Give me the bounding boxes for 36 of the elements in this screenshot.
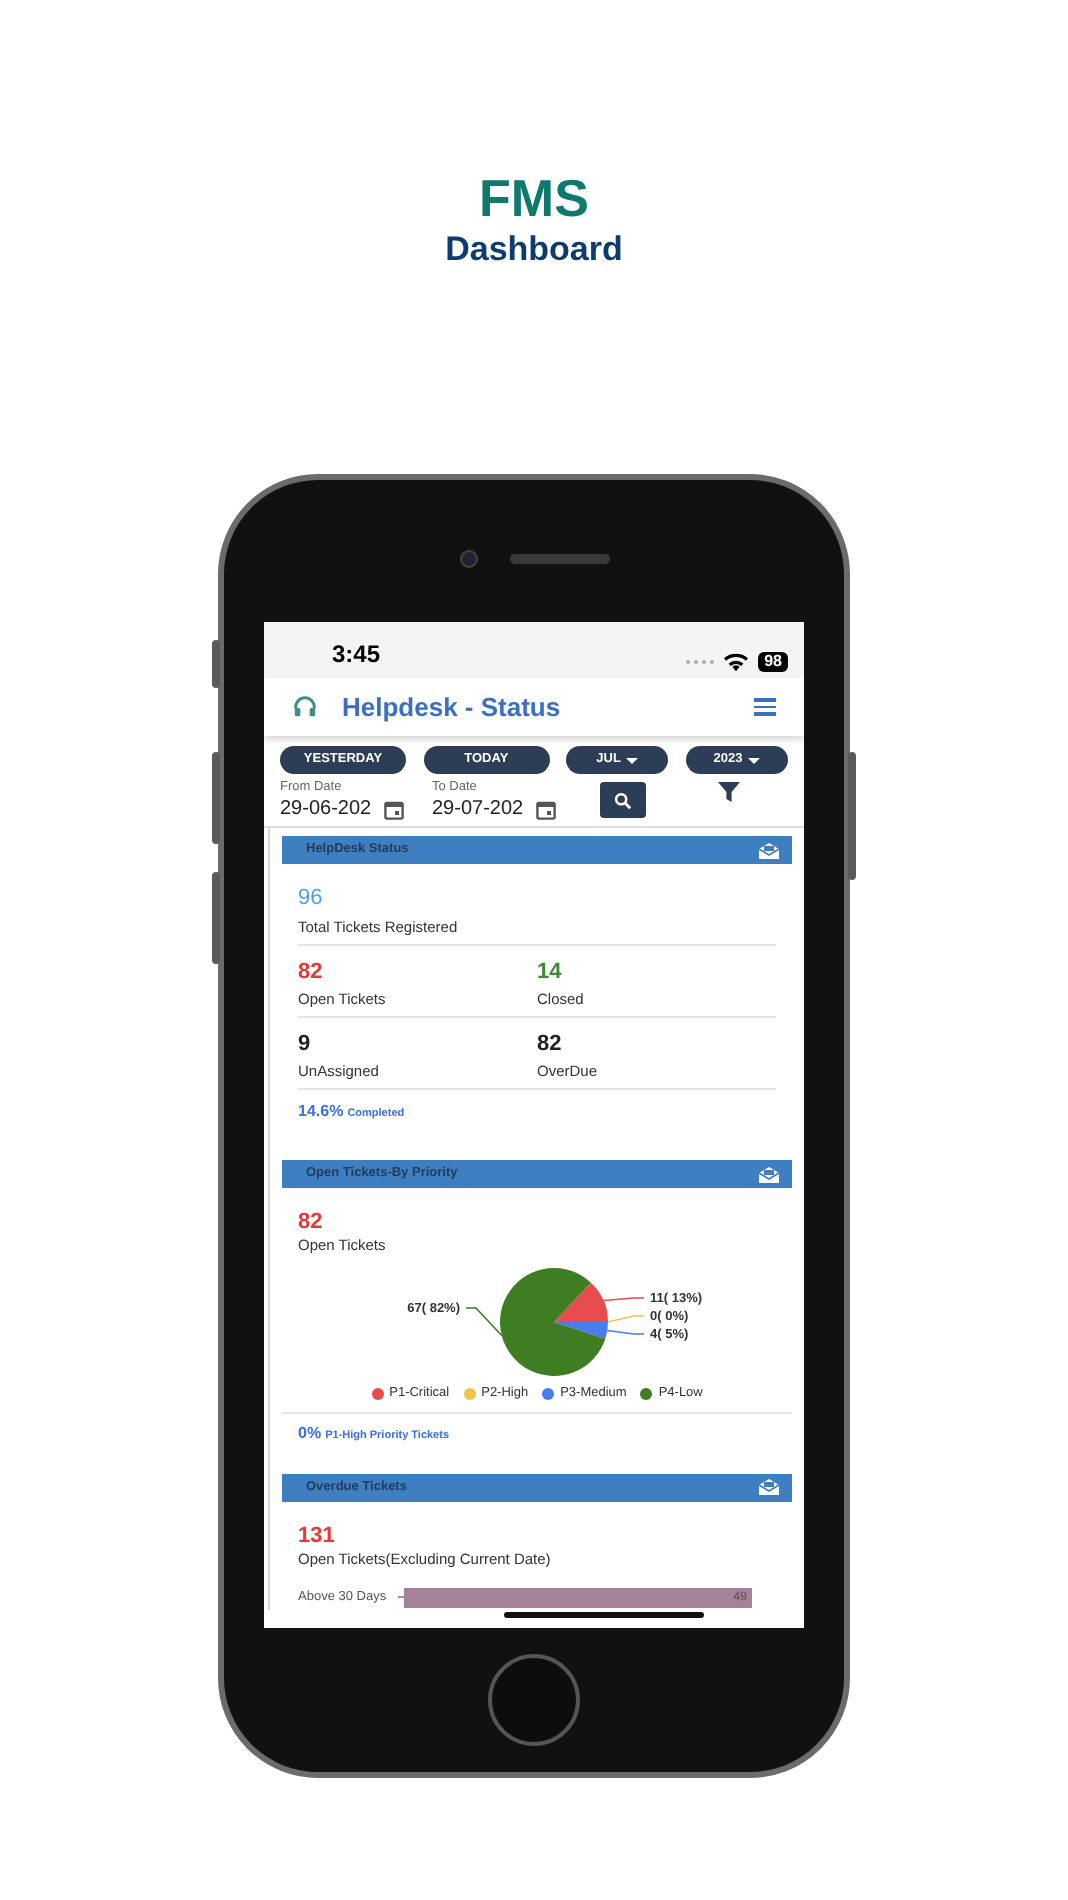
caret-icon — [626, 757, 639, 763]
caret-icon — [748, 757, 761, 763]
stat-value: 82 — [537, 1030, 564, 1058]
search-button[interactable] — [600, 782, 646, 818]
completion-percent: 14.6% — [298, 1100, 344, 1124]
leader-line — [465, 1307, 503, 1337]
leader-line — [607, 1315, 645, 1323]
search-icon — [614, 791, 632, 809]
leader-line — [606, 1329, 645, 1335]
priority-percent: 0% — [298, 1421, 322, 1446]
calendar-icon — [383, 799, 404, 819]
wifi-icon — [722, 652, 751, 672]
home-button[interactable] — [488, 1654, 580, 1746]
app-title: Helpdesk - Status — [342, 689, 563, 726]
ticket-count: 131 — [298, 1521, 337, 1550]
date-field[interactable]: 29-06-202 — [280, 796, 432, 822]
date-field[interactable]: 29-07-202 — [432, 796, 584, 822]
envelope-icon[interactable] — [758, 841, 780, 859]
leader-line — [602, 1297, 645, 1302]
speaker-grille — [509, 554, 609, 564]
status-time: 3:45 — [332, 638, 381, 672]
calendar-icon — [535, 799, 556, 819]
menu-button[interactable] — [754, 698, 776, 716]
stat-value: 9 — [298, 1030, 313, 1058]
page-subtitle: Dashboard — [445, 228, 623, 272]
ticket-count: 82 — [298, 1208, 325, 1236]
filter-icon[interactable] — [718, 782, 740, 802]
envelope-icon[interactable] — [758, 1165, 780, 1183]
brand-title: FMS — [479, 168, 589, 228]
camera-icon — [459, 550, 477, 568]
envelope-icon[interactable] — [758, 1478, 780, 1497]
stat-value: 14 — [537, 958, 564, 986]
battery-indicator: 98 — [758, 652, 788, 672]
ticket-count: 96 — [298, 884, 325, 912]
headset-icon — [292, 694, 318, 720]
stat-value: 82 — [298, 958, 325, 986]
